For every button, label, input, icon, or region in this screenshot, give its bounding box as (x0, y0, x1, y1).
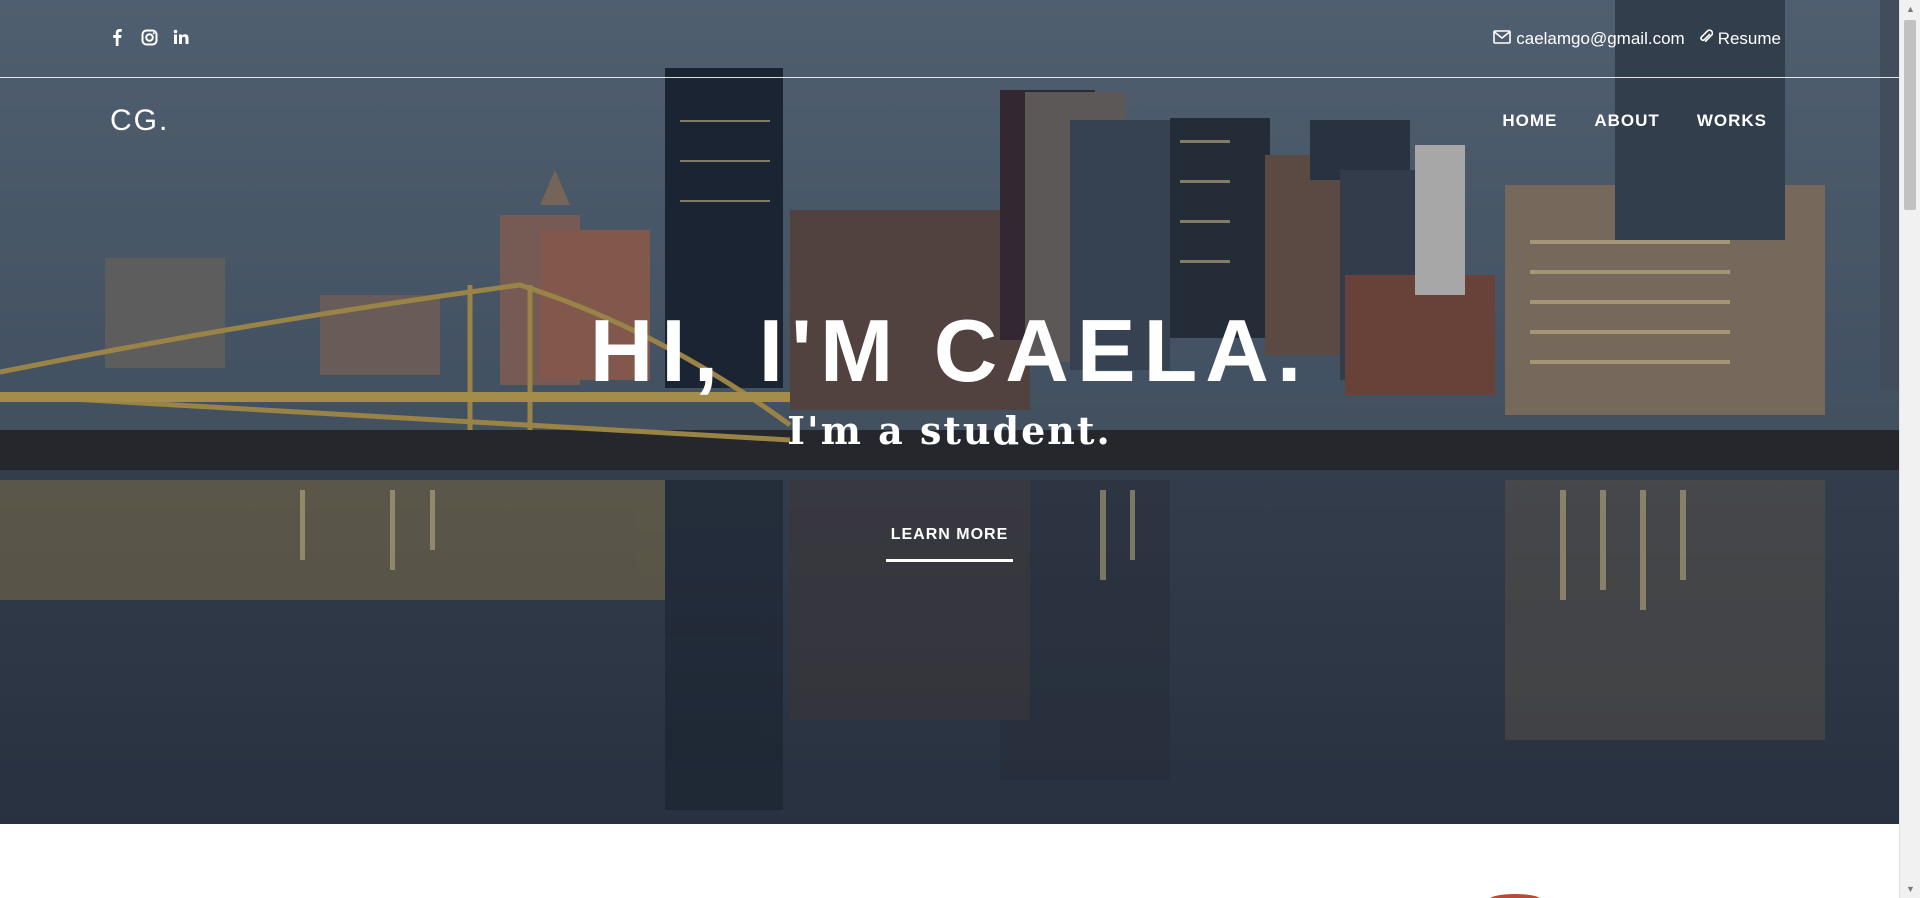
learn-more-button[interactable]: LEARN MORE (886, 526, 1013, 562)
linkedin-icon[interactable] (172, 28, 190, 46)
paperclip-icon (1699, 28, 1713, 49)
scroll-up-arrow-icon[interactable]: ▲ (1900, 0, 1920, 18)
scroll-down-arrow-icon[interactable]: ▼ (1900, 880, 1920, 898)
instagram-icon[interactable] (140, 28, 158, 46)
hero-subtitle: I'm a student. (787, 408, 1112, 453)
email-text: caelamgo@gmail.com (1516, 28, 1685, 48)
site-logo[interactable]: CG. (110, 104, 169, 138)
resume-text: Resume (1717, 28, 1781, 48)
email-link[interactable]: caelamgo@gmail.com (1493, 28, 1685, 49)
hero-title: HI, I'M CAELA. (589, 301, 1310, 400)
nav-works[interactable]: WORKS (1697, 111, 1767, 131)
next-section (0, 824, 1899, 898)
page: caelamgo@gmail.com Resume CG. HOME ABOUT… (0, 0, 1920, 898)
nav-about[interactable]: ABOUT (1594, 111, 1659, 131)
envelope-icon (1493, 29, 1512, 49)
social-links (108, 28, 190, 46)
top-bar: caelamgo@gmail.com Resume (0, 0, 1899, 78)
nav-home[interactable]: HOME (1502, 111, 1557, 131)
section-image-peek (1490, 894, 1540, 898)
facebook-icon[interactable] (108, 28, 126, 46)
nav-menu: HOME ABOUT WORKS (1502, 111, 1767, 131)
main-nav: CG. HOME ABOUT WORKS (0, 78, 1899, 164)
page-scrollbar[interactable]: ▲ ▼ (1899, 0, 1920, 898)
scrollbar-thumb[interactable] (1904, 20, 1916, 210)
resume-link[interactable]: Resume (1699, 28, 1781, 49)
contact-links: caelamgo@gmail.com Resume (1493, 28, 1781, 49)
